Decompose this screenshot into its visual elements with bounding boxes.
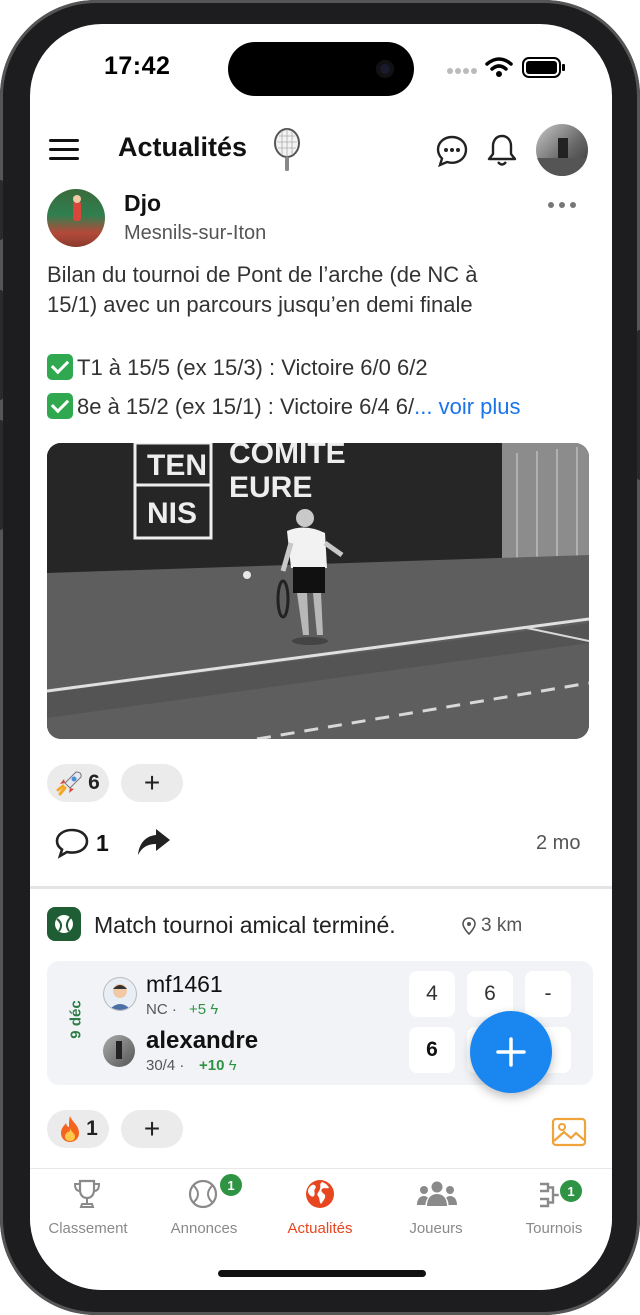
location-pin-icon xyxy=(462,917,476,935)
tennis-ball-icon xyxy=(47,907,81,941)
post-age: 2 mo xyxy=(536,832,581,854)
check-icon xyxy=(47,393,73,419)
bolt-icon: ϟ xyxy=(210,1001,219,1018)
post-result-2: 8e à 15/2 (ex 15/1) : Victoire 6/4 6/...… xyxy=(47,392,521,422)
post-text-line1: Bilan du tournoi de Pont de l’arche (de … xyxy=(47,262,478,287)
phone-frame: 17:42 Actualités Djo Mesnils-sur-Iton Bi… xyxy=(0,0,640,1315)
reaction-rocket[interactable]: 6 xyxy=(47,764,109,802)
player1-avatar[interactable] xyxy=(103,977,137,1011)
sign-text-nis: NIS xyxy=(147,497,197,530)
menu-icon[interactable] xyxy=(49,137,81,163)
score-p2-set1: 6 xyxy=(409,1027,455,1073)
plus-icon xyxy=(496,1037,526,1067)
feed-separator xyxy=(30,886,612,889)
add-reaction-button[interactable]: + xyxy=(121,764,183,802)
create-post-button[interactable] xyxy=(470,1011,552,1093)
status-time: 17:42 xyxy=(104,52,171,80)
match-date: 9 déc xyxy=(67,1000,85,1039)
fire-icon xyxy=(61,1116,80,1142)
wifi-icon xyxy=(485,57,513,77)
player1-points-value: +5 xyxy=(189,1001,207,1018)
share-icon[interactable] xyxy=(136,826,172,858)
rocket-count: 6 xyxy=(88,771,100,794)
tennis-court-photo: TEN NIS COMITE EURE xyxy=(47,443,589,739)
author-avatar[interactable] xyxy=(47,189,105,247)
more-options-icon[interactable] xyxy=(546,200,578,210)
mute-switch xyxy=(0,180,3,240)
match-title[interactable]: Match tournoi amical terminé. xyxy=(94,912,396,939)
post-author[interactable]: Djo xyxy=(124,190,161,217)
users-icon[interactable] xyxy=(416,1180,458,1208)
player2-points-value: +10 xyxy=(199,1057,225,1074)
bell-icon[interactable] xyxy=(486,132,518,168)
result-2-text: 8e à 15/2 (ex 15/1) : Victoire 6/4 6/ xyxy=(77,394,415,419)
messages-icon[interactable] xyxy=(435,134,469,168)
match-add-reaction-button[interactable]: + xyxy=(121,1110,183,1148)
tab-classement[interactable]: Classement xyxy=(30,1220,146,1237)
sign-text-eure: EURE xyxy=(229,471,312,504)
globe-icon[interactable] xyxy=(304,1178,336,1210)
bolt-icon: ϟ xyxy=(228,1057,237,1074)
fire-count: 1 xyxy=(86,1117,98,1140)
camera-icon xyxy=(376,60,394,78)
player2-rank: 30/4 · xyxy=(146,1057,185,1074)
player1-name[interactable]: mf1461 xyxy=(146,971,223,998)
see-more-link[interactable]: ... voir plus xyxy=(414,394,520,419)
tab-actualites[interactable]: Actualités xyxy=(262,1220,378,1237)
tennis-ball-tab-icon[interactable] xyxy=(187,1178,219,1210)
comment-icon[interactable] xyxy=(54,827,90,859)
dynamic-island xyxy=(228,42,414,96)
player2-points: +10 ϟ xyxy=(199,1057,237,1074)
tab-tournois[interactable]: Tournois xyxy=(496,1220,612,1237)
volume-down-button xyxy=(0,420,3,530)
tournois-badge: 1 xyxy=(558,1178,584,1204)
player1-rank: NC · xyxy=(146,1001,177,1018)
tab-joueurs[interactable]: Joueurs xyxy=(378,1220,494,1237)
battery-icon xyxy=(522,57,565,78)
trophy-icon[interactable] xyxy=(72,1178,102,1210)
player2-avatar[interactable] xyxy=(103,1035,135,1067)
screen: 17:42 Actualités Djo Mesnils-sur-Iton Bi… xyxy=(30,24,612,1290)
post-result-1: T1 à 15/5 (ex 15/3) : Victoire 6/0 6/2 xyxy=(47,353,428,383)
player2-name[interactable]: alexandre xyxy=(146,1027,258,1055)
post-text-line2: 15/1) avec un parcours jusqu’en demi fin… xyxy=(47,292,473,317)
post-location: Mesnils-sur-Iton xyxy=(124,222,267,244)
check-icon xyxy=(47,354,73,380)
home-indicator[interactable] xyxy=(218,1270,426,1277)
tennis-racket-icon xyxy=(274,128,300,171)
score-p1-set1: 4 xyxy=(409,971,455,1017)
volume-up-button xyxy=(0,290,3,400)
sign-text-comite: COMITE xyxy=(229,443,346,470)
post-photo[interactable]: TEN NIS COMITE EURE xyxy=(47,443,589,739)
image-icon[interactable] xyxy=(551,1117,587,1147)
profile-avatar[interactable] xyxy=(536,124,588,176)
player1-points: +5 ϟ xyxy=(189,1001,218,1018)
sign-text-ten: TEN xyxy=(147,449,207,482)
annonces-badge: 1 xyxy=(218,1172,244,1198)
reaction-fire[interactable]: 1 xyxy=(47,1110,109,1148)
page-title: Actualités xyxy=(118,132,248,162)
rocket-icon xyxy=(56,771,82,796)
tab-annonces[interactable]: Annonces xyxy=(146,1220,262,1237)
comment-count: 1 xyxy=(96,830,109,856)
match-distance: 3 km xyxy=(481,915,523,936)
signal-icon xyxy=(447,68,477,74)
result-1-text: T1 à 15/5 (ex 15/3) : Victoire 6/0 6/2 xyxy=(77,355,428,380)
